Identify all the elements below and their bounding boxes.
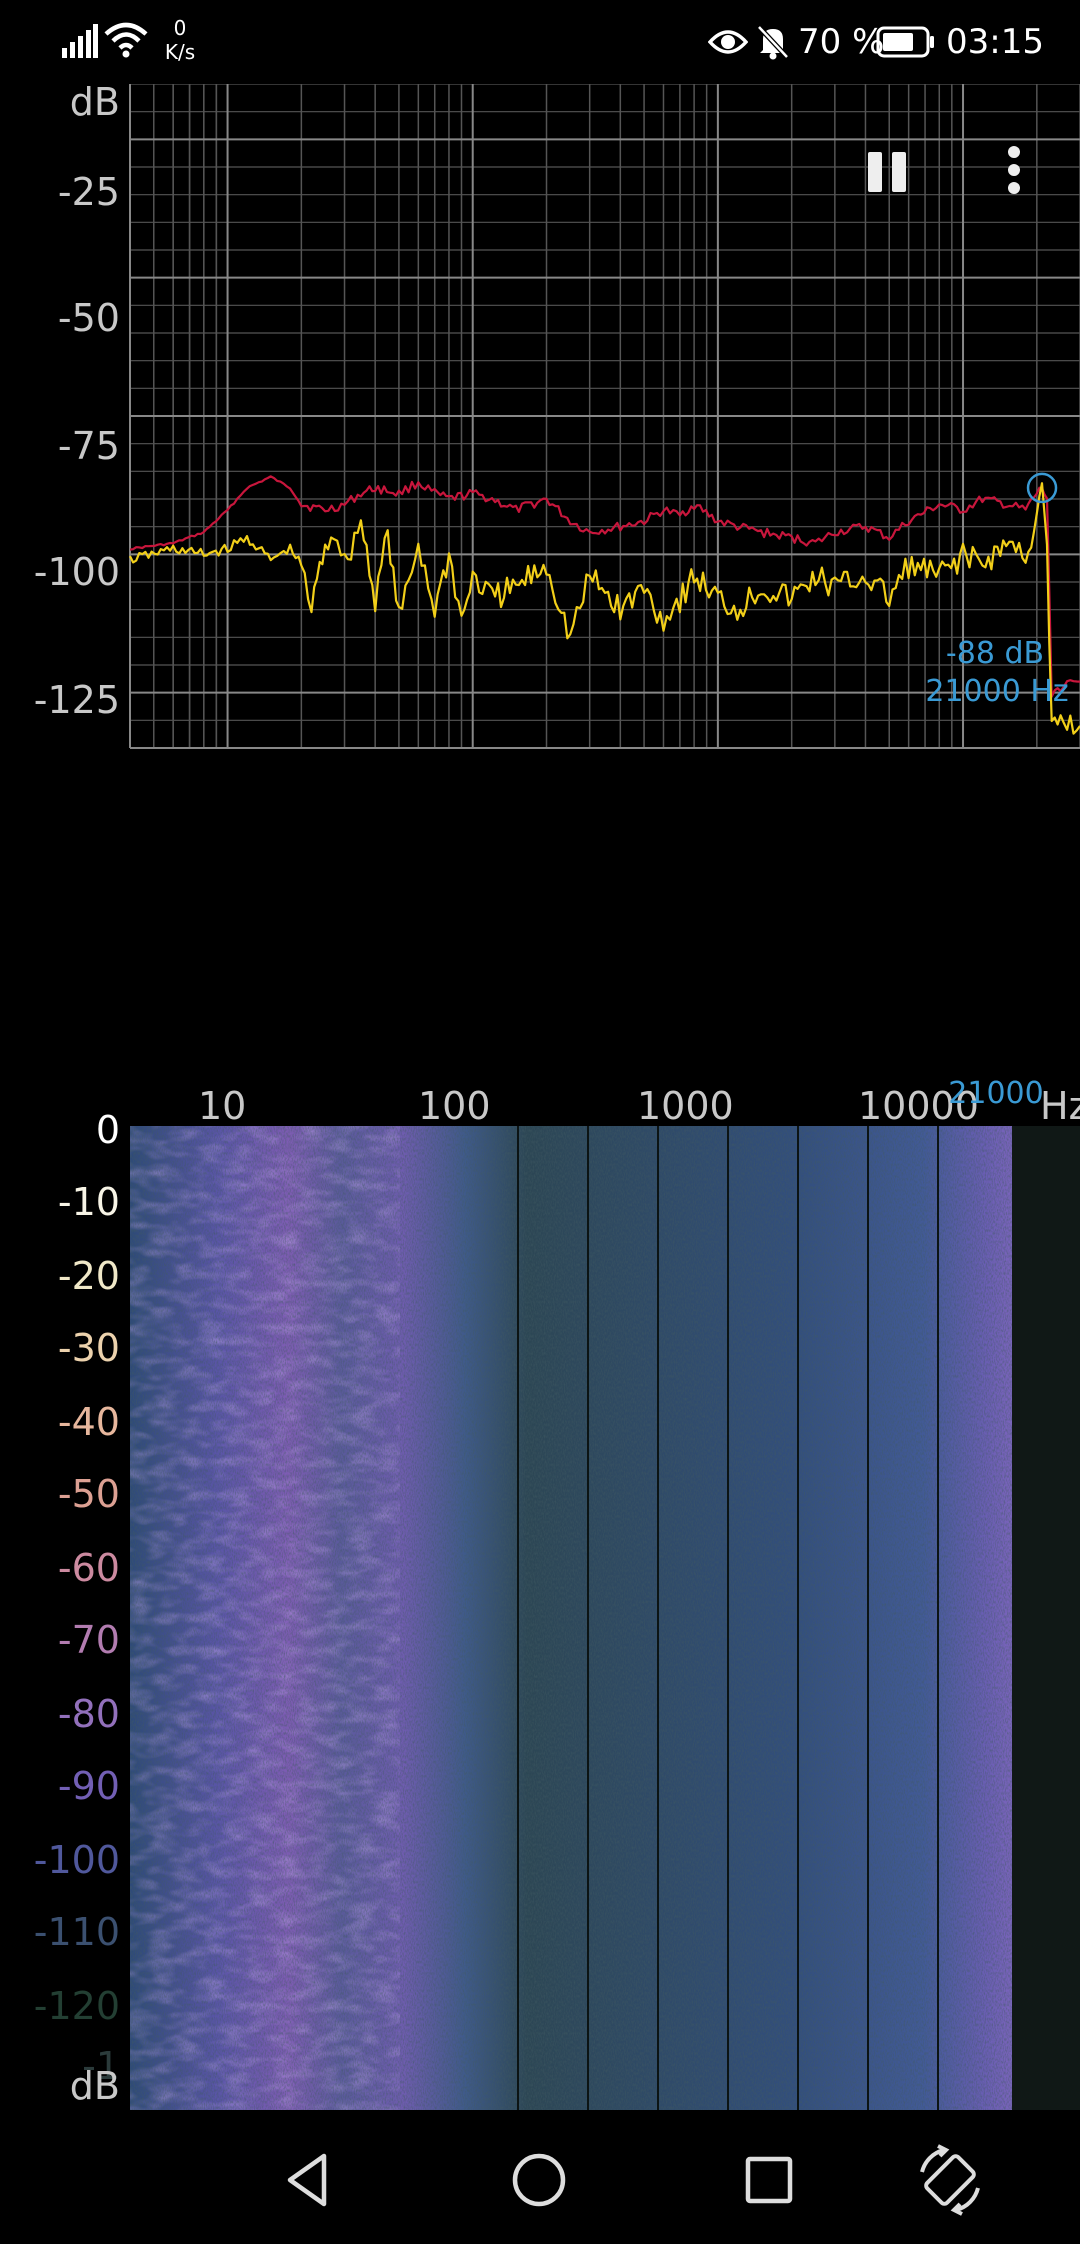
- x-tick-label: 1000: [637, 1084, 734, 1128]
- spectrogram-tick-label: -90: [57, 1764, 120, 1808]
- net-speed-unit: K/s: [164, 40, 196, 64]
- more-options-button[interactable]: [990, 138, 1040, 202]
- y-tick-label: -100: [33, 550, 120, 594]
- pause-icon: [868, 152, 906, 192]
- spectrogram-tick-label: -80: [57, 1692, 120, 1736]
- eye-icon: [708, 30, 748, 54]
- peak-axis-marker: 21000: [948, 1076, 1044, 1111]
- battery-percent: 70 %: [798, 22, 885, 62]
- more-vert-icon: [1008, 146, 1020, 194]
- home-button[interactable]: [503, 2144, 575, 2216]
- wifi-icon: [104, 22, 148, 58]
- rotate-icon: [920, 2144, 980, 2216]
- spectrogram-tick-label: -60: [57, 1546, 120, 1590]
- y-tick-label: -125: [33, 678, 120, 722]
- clock: 03:15: [946, 22, 1044, 62]
- spectrogram-tick-label: -10: [57, 1180, 120, 1224]
- spectrum-plot: [129, 84, 1080, 749]
- navigation-bar: [0, 2116, 1080, 2244]
- back-button[interactable]: [274, 2144, 346, 2216]
- y-tick-label: -50: [57, 296, 120, 340]
- spectrogram-unit: dB: [69, 2064, 120, 2108]
- spectrogram-tick-label: -120: [33, 1984, 120, 2028]
- signal-icon: [62, 24, 98, 58]
- y-tick-label: -75: [57, 424, 120, 468]
- back-icon: [287, 2153, 327, 2207]
- spectrogram-tick-label: -110: [33, 1910, 120, 1954]
- bell-muted-icon: [757, 25, 789, 60]
- status-bar: 0 K/s 70 % 03:15: [0, 0, 1080, 84]
- recents-icon: [745, 2156, 793, 2204]
- spectrogram-tick-label: 0: [95, 1108, 120, 1152]
- spectrogram-tick-label: -50: [57, 1472, 120, 1516]
- spectrogram-tick-label: -40: [57, 1400, 120, 1444]
- spectrogram-tick-label: -70: [57, 1618, 120, 1662]
- net-speed: 0 K/s: [160, 16, 200, 64]
- x-tick-label: 10: [198, 1084, 247, 1128]
- spectrogram: 0 -10 -20 -30 -40 -50 -60 -70 -80 -90 -1…: [0, 1108, 1080, 2116]
- spectrogram-tick-label: -20: [57, 1254, 120, 1298]
- x-tick-label: 100: [418, 1084, 491, 1128]
- spectrogram-tick-label: -30: [57, 1326, 120, 1370]
- recents-button[interactable]: [733, 2144, 805, 2216]
- rotate-button[interactable]: [908, 2138, 992, 2222]
- y-axis-unit: dB: [69, 80, 120, 124]
- spectrogram-tick-label: -100: [33, 1838, 120, 1882]
- net-speed-value: 0: [173, 16, 187, 40]
- home-icon: [512, 2153, 566, 2207]
- peak-hz-label: 21000 Hz: [925, 674, 1069, 709]
- battery-icon: [876, 26, 934, 58]
- y-tick-label: -25: [57, 170, 120, 214]
- spectrogram-image: [130, 1126, 1080, 2110]
- pause-button[interactable]: [862, 138, 914, 202]
- x-axis-unit: Hz: [1040, 1084, 1080, 1128]
- spectrum-chart: dB -25 -50 -75 -100 -125 10 100 1000 100…: [0, 80, 1080, 1128]
- peak-db-label: -88 dB: [945, 636, 1045, 671]
